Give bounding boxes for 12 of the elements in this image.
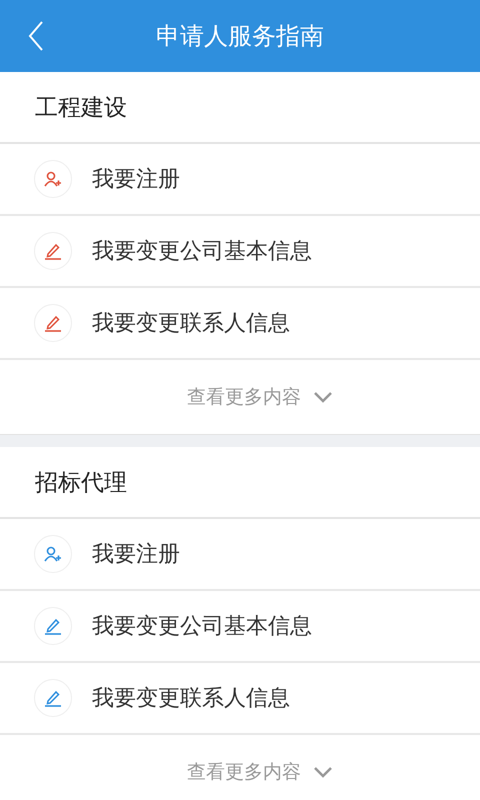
section-title: 工程建设 (0, 72, 480, 144)
guide-item[interactable]: 我要变更联系人信息 (0, 663, 480, 735)
guide-item[interactable]: 我要变更联系人信息 (0, 288, 480, 360)
guide-item[interactable]: 我要注册 (0, 144, 480, 216)
guide-item[interactable]: 我要变更公司基本信息 (0, 216, 480, 288)
chevron-down-icon (313, 391, 333, 403)
back-icon[interactable] (28, 21, 44, 51)
page-title: 申请人服务指南 (156, 21, 324, 52)
chevron-down-icon (313, 766, 333, 778)
guide-item[interactable]: 我要变更公司基本信息 (0, 591, 480, 663)
guide-item[interactable]: 我要注册 (0, 519, 480, 591)
section-title: 招标代理 (0, 447, 480, 519)
